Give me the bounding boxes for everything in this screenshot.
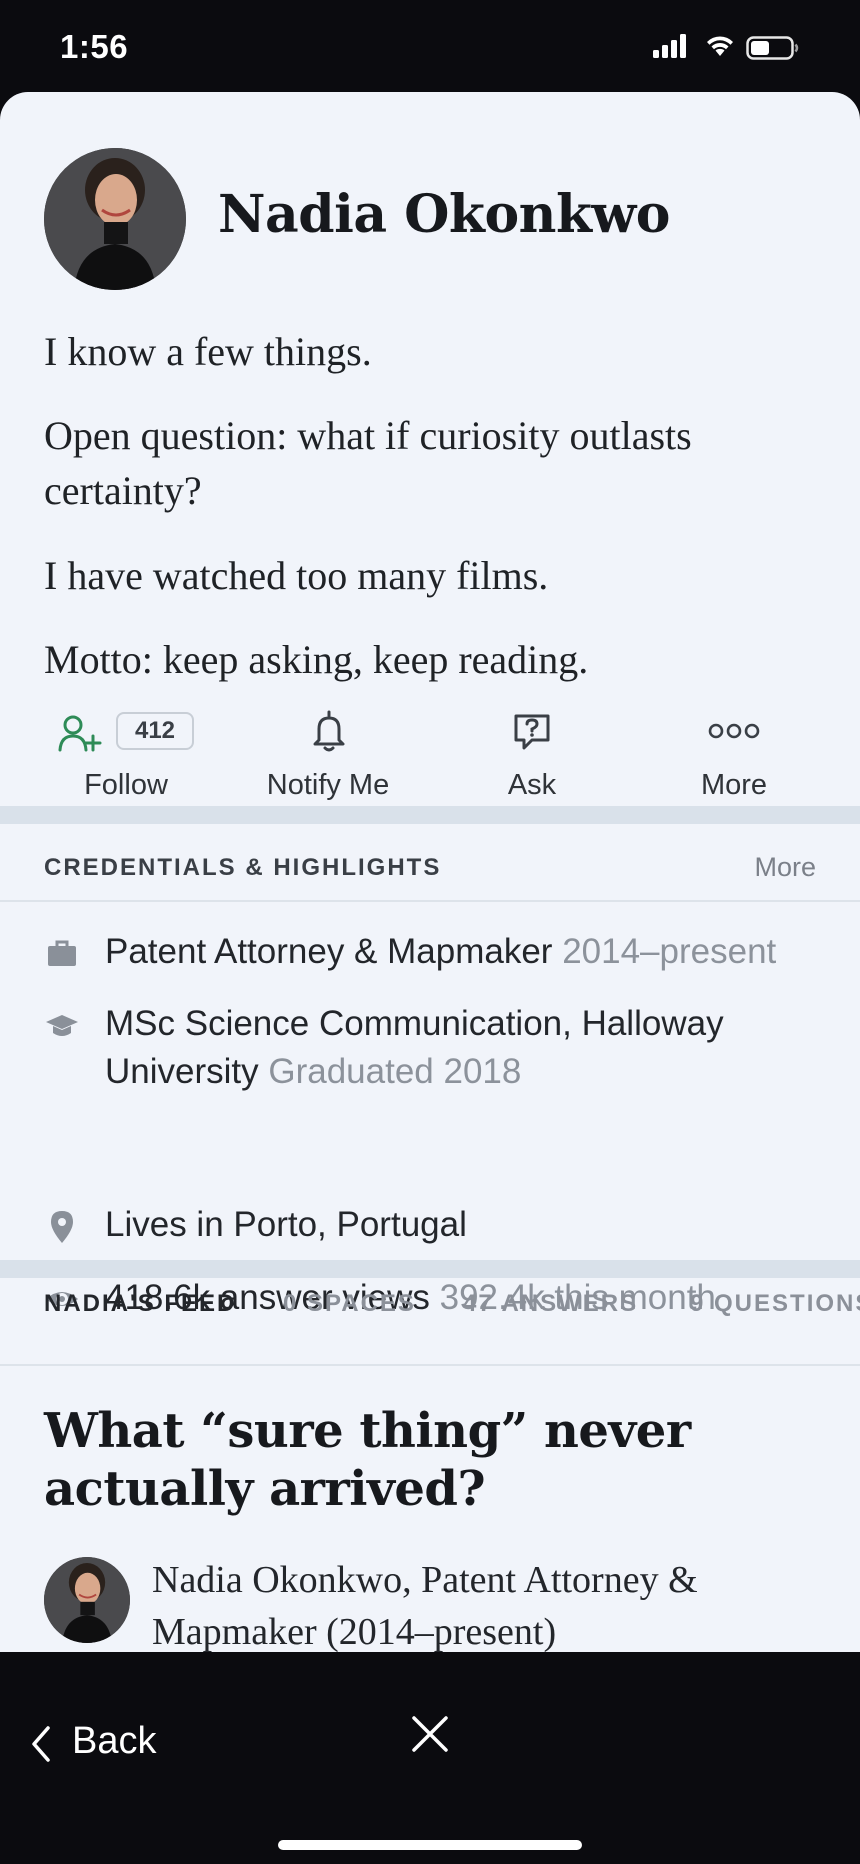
bio-line: Motto: keep asking, keep reading. — [44, 637, 589, 682]
section-separator — [0, 806, 860, 824]
home-indicator — [278, 1840, 582, 1850]
section-separator — [0, 1260, 860, 1278]
bell-icon — [313, 710, 345, 752]
divider — [0, 1364, 860, 1366]
tab-answers[interactable]: 47 ANSWERS — [463, 1290, 638, 1318]
author-photo — [44, 1557, 130, 1643]
back-label: Back — [72, 1720, 157, 1762]
add-person-icon — [58, 715, 102, 752]
credentials-more-link[interactable]: More — [754, 852, 816, 883]
credential-sub: 2014–present — [562, 932, 777, 971]
cellular-signal-icon — [653, 34, 686, 58]
ask-button[interactable]: Ask — [432, 702, 632, 802]
bio-line: Open question: what if curiosity outlast… — [44, 413, 692, 513]
chevron-left-icon — [32, 1726, 50, 1762]
location-pin-icon — [51, 1211, 73, 1243]
author-credential-line[interactable]: Nadia Okonkwo, Patent Attorney & Mapmake… — [152, 1554, 832, 1652]
follower-count-badge: 412 — [116, 712, 194, 750]
ask-question-icon — [514, 714, 550, 750]
close-icon[interactable] — [408, 1712, 452, 1756]
profile-card: Nadia Okonkwo I know a few things. Open … — [0, 92, 860, 1652]
credential-main: Lives in Porto, Portugal — [105, 1205, 467, 1244]
screen: 1:56 Nadia Okonkwo I know a few things. … — [0, 0, 860, 1864]
wifi-icon — [707, 36, 733, 56]
author-avatar[interactable] — [44, 1557, 130, 1643]
tab-feed[interactable]: NADIA'S FEED — [44, 1290, 236, 1318]
more-button[interactable]: More — [634, 702, 834, 802]
status-time: 1:56 — [60, 28, 129, 65]
divider — [0, 900, 860, 902]
graduation-cap-icon — [46, 1015, 78, 1036]
status-bar: 1:56 — [0, 0, 860, 92]
briefcase-icon — [48, 940, 76, 966]
credential-main: Patent Attorney & Mapmaker — [105, 932, 553, 971]
more-label: More — [700, 769, 768, 801]
feed-tabs: NADIA'S FEED 0 SPACES 47 ANSWERS 9 QUEST… — [0, 1280, 860, 1340]
bottom-bar: Back — [0, 1652, 860, 1864]
more-dots-icon — [708, 723, 760, 739]
ask-label: Ask — [507, 769, 557, 801]
notify-me-label: Notify Me — [266, 769, 390, 801]
question-title[interactable]: What “sure thing” never actually arrived… — [44, 1402, 804, 1518]
bio-line: I know a few things. — [44, 329, 372, 374]
credentials-heading: CREDENTIALS & HIGHLIGHTS — [44, 854, 442, 881]
bio-line: I have watched too many films. — [44, 553, 549, 598]
follow-label: Follow — [84, 769, 168, 801]
avatar-photo — [44, 148, 186, 290]
notify-me-button[interactable]: Notify Me — [228, 702, 428, 802]
battery-icon — [746, 36, 799, 60]
tab-spaces[interactable]: 0 SPACES — [283, 1290, 416, 1318]
credential-sub: Graduated 2018 — [268, 1052, 522, 1091]
follow-button[interactable]: 412 Follow — [26, 702, 226, 802]
tab-questions[interactable]: 9 QUESTIONS — [690, 1290, 860, 1318]
profile-name: Nadia Okonkwo — [218, 184, 670, 245]
avatar[interactable] — [44, 148, 186, 290]
